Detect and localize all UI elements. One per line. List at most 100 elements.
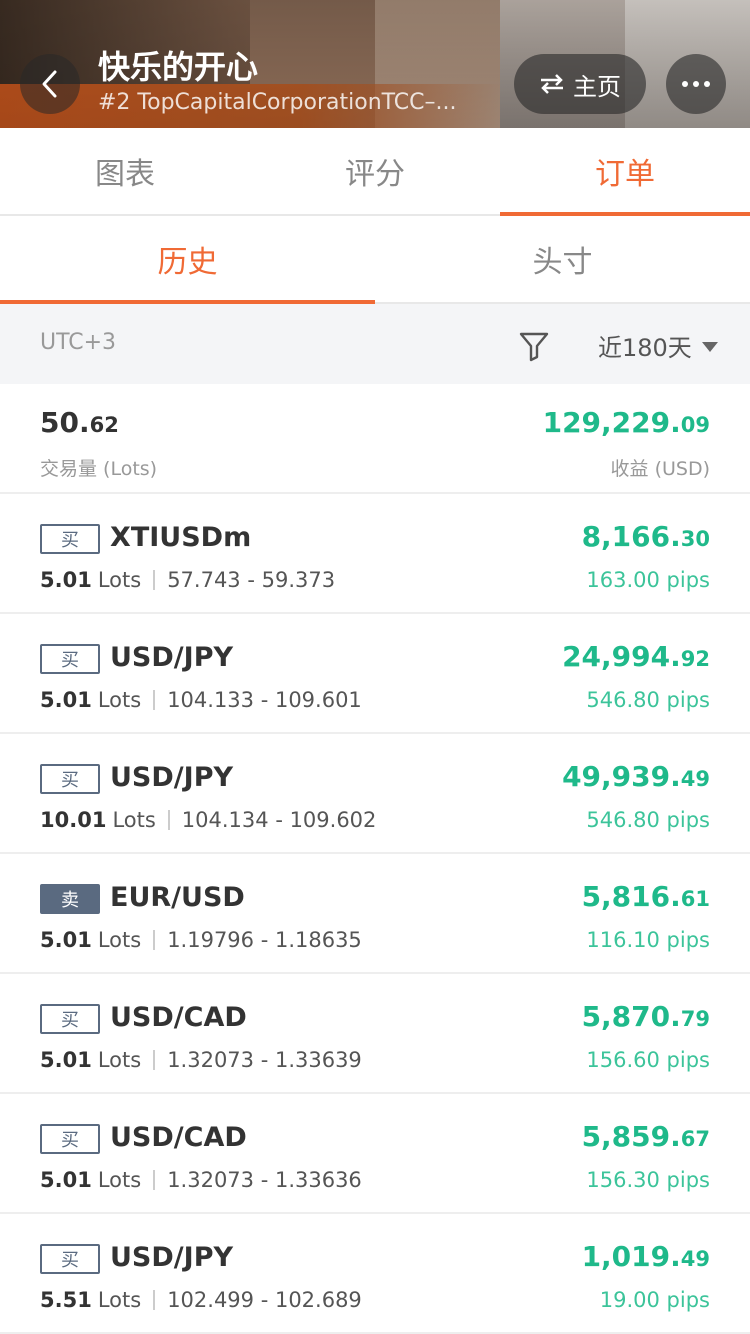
order-pips: 546.80 pips [586,808,710,832]
order-lots-unit: Lots [97,688,142,712]
order-detail: 5.01 Lots 1.32073 - 1.33639 [40,1048,362,1072]
order-detail: 5.01 Lots 1.19796 - 1.18635 [40,928,362,952]
page-subtitle: #2 TopCapitalCorporationTCC–... [98,90,457,115]
order-profit-decimal: 61 [680,887,710,911]
order-lots-unit: Lots [97,1288,142,1312]
order-row[interactable]: 买 USD/JPY 5.01 Lots 104.133 - 109.601 24,994.… [0,614,750,734]
order-profit: 1,019.49 [582,1240,710,1273]
order-profit-decimal: 30 [680,527,710,551]
order-detail: 5.01 Lots 57.743 - 59.373 [40,568,335,592]
order-row[interactable]: 买 USD/CAD 5.01 Lots 1.32073 - 1.33639 5,870.7… [0,974,750,1094]
order-lots: 10.01 [40,808,107,832]
volume-integer: 50. [40,406,90,439]
tab-orders[interactable]: 订单 [500,128,750,216]
order-lots-unit: Lots [97,1048,142,1072]
order-pips: 163.00 pips [586,568,710,592]
order-profit-decimal: 49 [680,767,710,791]
order-profit-decimal: 49 [680,1247,710,1271]
order-detail: 5.01 Lots 104.133 - 109.601 [40,688,362,712]
order-detail: 10.01 Lots 104.134 - 109.602 [40,808,376,832]
order-price-range: 57.743 - 59.373 [167,568,336,592]
order-price-range: 1.32073 - 1.33636 [167,1168,362,1192]
order-symbol: USD/CAD [110,1122,247,1153]
volume-label: 交易量 (Lots) [40,458,158,480]
order-profit-integer: 5,816. [581,880,681,913]
divider [167,810,170,830]
side-badge: 卖 [40,884,100,914]
caret-down-icon [701,341,718,352]
order-lots: 5.01 [40,568,92,592]
side-badge: 买 [40,524,100,554]
order-symbol: EUR/USD [110,882,245,913]
back-button[interactable] [20,54,80,114]
divider [153,930,156,950]
period-dropdown[interactable]: 近180天 [598,328,718,363]
profit-total-label: 收益 (USD) [610,458,710,480]
order-row[interactable]: 买 XTIUSDm 5.01 Lots 57.743 - 59.373 8,166.30 1… [0,494,750,614]
side-badge: 买 [40,644,100,674]
order-profit: 8,166.30 [582,520,710,553]
side-badge: 买 [40,764,100,794]
divider [153,690,156,710]
order-row[interactable]: 卖 EUR/USD 5.01 Lots 1.19796 - 1.18635 5,816.6… [0,854,750,974]
order-lots: 5.01 [40,928,92,952]
period-label: 近180天 [598,334,692,362]
tab-history[interactable]: 历史 [0,216,375,304]
more-button[interactable] [666,54,726,114]
summary-panel: 50.62 交易量 (Lots) 129,229.09 收益 (USD) [0,384,750,494]
order-profit-integer: 5,859. [581,1120,681,1153]
order-profit-integer: 1,019. [581,1240,681,1273]
order-profit-integer: 8,166. [581,520,681,553]
tab-chart[interactable]: 图表 [0,128,250,214]
order-price-range: 102.499 - 102.689 [167,1288,362,1312]
order-profit-decimal: 79 [680,1007,710,1031]
order-symbol: USD/CAD [110,1002,247,1033]
swap-arrows-icon [541,74,563,94]
divider [153,1050,156,1070]
order-profit: 5,859.67 [582,1120,710,1153]
more-dots-icon [682,81,710,87]
home-button-label: 主页 [573,72,621,101]
order-row[interactable]: 买 USD/JPY 10.01 Lots 104.134 - 109.602 49,939… [0,734,750,854]
profit-integer: 129,229. [542,406,681,439]
order-profit-integer: 49,939. [562,760,681,793]
tab-positions[interactable]: 头寸 [375,216,750,302]
sub-tabs: 历史 头寸 [0,216,750,304]
order-lots: 5.01 [40,1168,92,1192]
order-profit: 5,870.79 [582,1000,710,1033]
order-price-range: 104.133 - 109.601 [167,688,362,712]
profit-decimal: 09 [680,413,710,437]
orders-list: 买 XTIUSDm 5.01 Lots 57.743 - 59.373 8,166.30 1… [0,494,750,1334]
tab-rating[interactable]: 评分 [250,128,500,214]
order-lots: 5.51 [40,1288,92,1312]
order-lots-unit: Lots [97,568,142,592]
order-pips: 116.10 pips [586,928,710,952]
divider [153,1170,156,1190]
funnel-icon[interactable] [518,330,550,362]
order-pips: 19.00 pips [599,1288,710,1312]
order-profit: 24,994.92 [562,640,710,673]
order-detail: 5.51 Lots 102.499 - 102.689 [40,1288,362,1312]
header-banner: 快乐的开心 #2 TopCapitalCorporationTCC–... 主页 [0,0,750,128]
order-lots: 5.01 [40,1048,92,1072]
order-pips: 156.30 pips [586,1168,710,1192]
order-profit-decimal: 92 [680,647,710,671]
chevron-left-icon [42,70,57,98]
volume-decimal: 62 [89,413,119,437]
order-price-range: 1.32073 - 1.33639 [167,1048,362,1072]
order-profit: 5,816.61 [582,880,710,913]
order-row[interactable]: 买 USD/JPY 5.51 Lots 102.499 - 102.689 1,019.4… [0,1214,750,1334]
divider [153,1290,156,1310]
order-price-range: 1.19796 - 1.18635 [167,928,362,952]
page-title: 快乐的开心 [98,48,259,86]
side-badge: 买 [40,1004,100,1034]
side-badge: 买 [40,1124,100,1154]
order-row[interactable]: 买 USD/CAD 5.01 Lots 1.32073 - 1.33636 5,859.6… [0,1094,750,1214]
order-symbol: XTIUSDm [110,522,252,553]
main-tabs: 图表 评分 订单 [0,128,750,216]
order-pips: 156.60 pips [586,1048,710,1072]
home-button[interactable]: 主页 [514,54,646,114]
order-lots: 5.01 [40,688,92,712]
timezone-label: UTC+3 [40,330,117,355]
order-detail: 5.01 Lots 1.32073 - 1.33636 [40,1168,362,1192]
